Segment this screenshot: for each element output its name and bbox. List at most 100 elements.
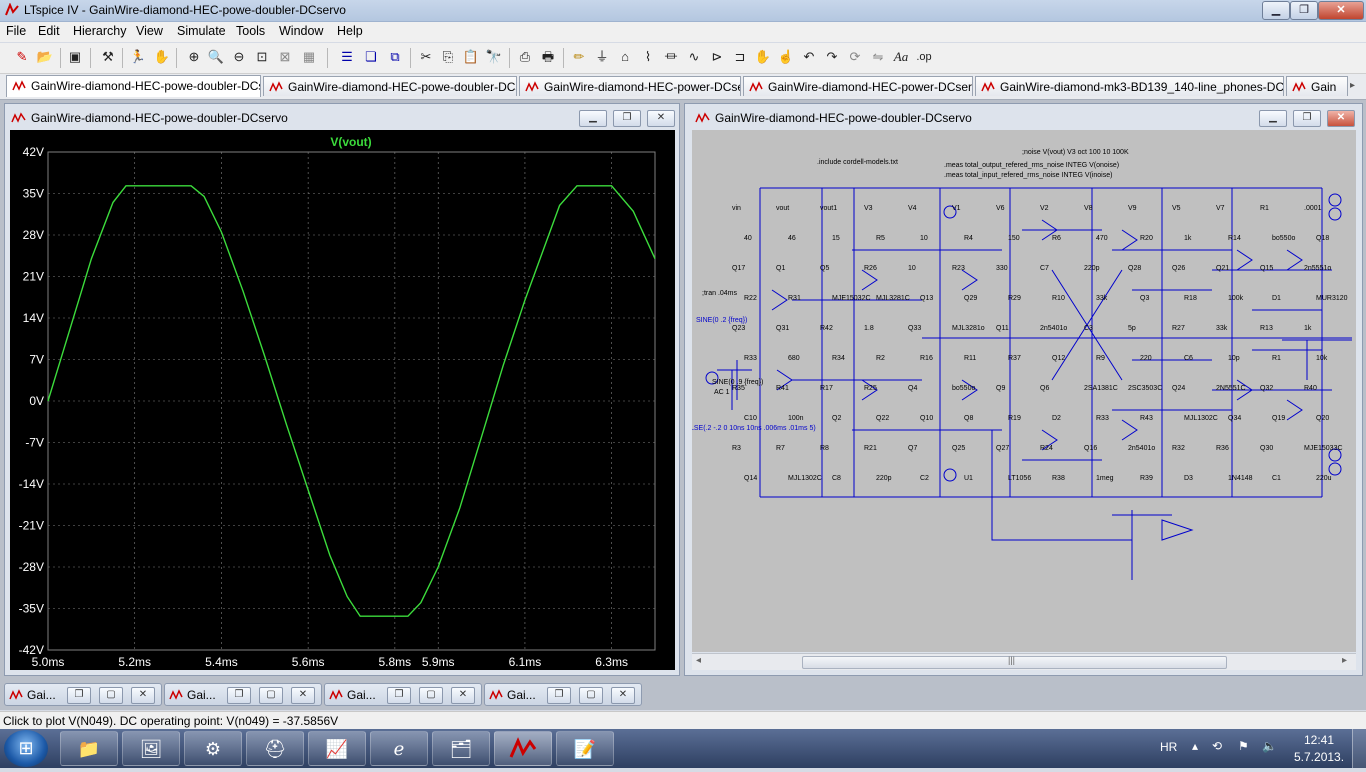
halt-icon[interactable]: ✋ bbox=[152, 47, 172, 67]
spice-directive-icon[interactable]: .op bbox=[914, 47, 934, 67]
tray-expand-icon[interactable]: ▴ bbox=[1192, 739, 1198, 753]
ground-icon[interactable]: ⏚ bbox=[592, 47, 612, 67]
menu-file[interactable]: File bbox=[6, 24, 26, 38]
internet-explorer-icon[interactable]: ℯ bbox=[370, 731, 428, 766]
spice-directive[interactable]: .meas total_output_refered_rms_noise INT… bbox=[944, 162, 1119, 169]
diode-icon[interactable]: ⊳ bbox=[707, 47, 727, 67]
clock-time[interactable]: 12:41 bbox=[1304, 733, 1334, 747]
explorer-folder-icon[interactable]: 📁 bbox=[60, 731, 118, 766]
find-icon[interactable]: 🔭 bbox=[484, 47, 504, 67]
maximize-icon[interactable]: ▢ bbox=[579, 687, 603, 704]
trace-label[interactable]: V(vout) bbox=[330, 135, 371, 149]
notes-icon[interactable]: 📝 bbox=[556, 731, 614, 766]
tile-horizontal-icon[interactable]: ☰ bbox=[337, 47, 357, 67]
waveform-minimize-button[interactable]: ▁ bbox=[579, 110, 607, 127]
text-icon[interactable]: Aa bbox=[891, 47, 911, 67]
schematic-horizontal-scrollbar[interactable]: ◂ ||| ▸ bbox=[692, 653, 1356, 670]
close-icon[interactable]: ✕ bbox=[131, 687, 155, 704]
waveform-restore-button[interactable]: ❐ bbox=[613, 110, 641, 127]
print-icon[interactable]: 🖶 bbox=[538, 47, 558, 67]
action-center-icon[interactable]: ⚑ bbox=[1238, 739, 1249, 753]
spice-directive[interactable]: .include cordell-models.txt bbox=[817, 159, 898, 166]
zoom-in-icon[interactable]: 🔍 bbox=[206, 47, 226, 67]
new-schematic-icon[interactable]: ✎ bbox=[12, 47, 32, 67]
schematic-close-button[interactable]: ✕ bbox=[1327, 110, 1355, 127]
minimized-window-2[interactable]: Gai... ❐ ▢ ✕ bbox=[164, 683, 322, 706]
ltspice-taskbar-icon[interactable] bbox=[494, 731, 552, 766]
spice-directive[interactable]: SINE(0 .9 {freq}) bbox=[712, 379, 763, 386]
cut-icon[interactable]: ✂ bbox=[416, 47, 436, 67]
zoom-fit-icon[interactable]: ⊡ bbox=[252, 47, 272, 67]
zoom-cancel-icon[interactable]: ▦ bbox=[299, 47, 319, 67]
scrollbar-thumb[interactable]: ||| bbox=[802, 655, 1227, 669]
maximize-icon[interactable]: ▢ bbox=[259, 687, 283, 704]
drive-icon[interactable]: 🗂 bbox=[432, 731, 490, 766]
spice-directive[interactable]: .meas total_input_refered_rms_noise INTE… bbox=[944, 172, 1112, 179]
waveform-chart-svg[interactable]: 42V35V28V21V14V7V0V-7V-14V-21V-28V-35V-4… bbox=[10, 130, 675, 670]
title-bar[interactable]: LTspice IV - GainWire-diamond-HEC-powe-d… bbox=[0, 0, 1366, 22]
capacitor-icon[interactable]: ⏛ bbox=[661, 47, 681, 67]
menu-simulate[interactable]: Simulate bbox=[177, 24, 226, 38]
scope-icon[interactable]: 📈 bbox=[308, 731, 366, 766]
minimized-window-1[interactable]: Gai... ❐ ▢ ✕ bbox=[4, 683, 162, 706]
paste-icon[interactable]: 📋 bbox=[461, 47, 481, 67]
start-orb-icon[interactable]: ⊞ bbox=[4, 730, 48, 767]
spice-directive[interactable]: ;tran .04ms bbox=[702, 290, 738, 297]
print-preview-icon[interactable]: ⎙ bbox=[515, 47, 535, 67]
menu-window[interactable]: Window bbox=[279, 24, 323, 38]
component-icon[interactable]: ⊐ bbox=[730, 47, 750, 67]
minimized-window-3[interactable]: Gai... ❐ ▢ ✕ bbox=[324, 683, 482, 706]
schematic-minimize-button[interactable]: ▁ bbox=[1259, 110, 1287, 127]
menu-view[interactable]: View bbox=[136, 24, 163, 38]
spice-directive[interactable]: SINE(0 .2 {freq}) bbox=[696, 317, 747, 324]
maximize-icon[interactable]: ▢ bbox=[99, 687, 123, 704]
zoom-cancel-icon[interactable]: ⊠ bbox=[275, 47, 295, 67]
close-icon[interactable]: ✕ bbox=[291, 687, 315, 704]
run-icon[interactable]: 🏃 bbox=[128, 47, 148, 67]
menu-hierarchy[interactable]: Hierarchy bbox=[73, 24, 127, 38]
inductor-icon[interactable]: ∿ bbox=[684, 47, 704, 67]
zoom-out-icon[interactable]: ⊖ bbox=[229, 47, 249, 67]
restore-icon[interactable]: ❐ bbox=[67, 687, 91, 704]
rotate-icon[interactable]: ⟳ bbox=[845, 47, 865, 67]
menu-edit[interactable]: Edit bbox=[38, 24, 60, 38]
save-icon[interactable]: ▣ bbox=[65, 47, 85, 67]
undo-icon[interactable]: ↶ bbox=[799, 47, 819, 67]
show-desktop-button[interactable] bbox=[1352, 729, 1366, 768]
tab-document-1[interactable]: GainWire-diamond-HEC-powe-doubler-DCserv… bbox=[6, 75, 261, 97]
tab-document-4[interactable]: GainWire-diamond-HEC-power-DCservo[1] bbox=[743, 76, 973, 96]
tab-document-3[interactable]: GainWire-diamond-HEC-power-DCservo bbox=[519, 76, 741, 96]
spice-directive[interactable]: AC 1 bbox=[714, 389, 730, 396]
volume-icon[interactable]: 🔈 bbox=[1262, 739, 1277, 753]
sync-icon[interactable]: ⟲ bbox=[1212, 739, 1222, 753]
restore-icon[interactable]: ❐ bbox=[547, 687, 571, 704]
tab-scroll-right-icon[interactable]: ▸ bbox=[1350, 80, 1355, 91]
open-folder-icon[interactable]: 📂 bbox=[35, 47, 55, 67]
spice-directive[interactable]: LSE(.2 -.2 0 10ns 10ns .006ms .01ms 5) bbox=[690, 425, 816, 432]
mirror-icon[interactable]: ⇋ bbox=[868, 47, 888, 67]
close-button[interactable]: ✕ bbox=[1318, 1, 1364, 20]
tab-document-6[interactable]: Gain bbox=[1286, 76, 1348, 96]
control-panel-icon[interactable]: ⚒ bbox=[98, 47, 118, 67]
network-tool-icon[interactable]: ⚙ bbox=[184, 731, 242, 766]
tab-document-5[interactable]: GainWire-diamond-mk3-BD139_140-line_phon… bbox=[975, 76, 1284, 96]
redo-icon[interactable]: ↷ bbox=[822, 47, 842, 67]
zoom-full-icon[interactable]: ⊕ bbox=[184, 47, 204, 67]
close-all-icon[interactable]: ⧉ bbox=[385, 47, 405, 67]
minimized-window-4[interactable]: Gai... ❐ ▢ ✕ bbox=[484, 683, 642, 706]
drag-icon[interactable]: ☝ bbox=[776, 47, 796, 67]
close-icon[interactable]: ✕ bbox=[611, 687, 635, 704]
waveform-plot[interactable]: 42V 35V 28V 21V 14V 7V 0V -7V -14V -21V -28V -35V -4… bbox=[10, 130, 675, 670]
maximize-icon[interactable]: ▢ bbox=[419, 687, 443, 704]
tab-document-2[interactable]: GainWire-diamond-HEC-powe-doubler-DCserv… bbox=[263, 76, 517, 96]
move-icon[interactable]: ✋ bbox=[753, 47, 773, 67]
menu-help[interactable]: Help bbox=[337, 24, 363, 38]
language-indicator[interactable]: HR bbox=[1160, 740, 1177, 754]
waveform-close-button[interactable]: ✕ bbox=[647, 110, 675, 127]
scroll-left-icon[interactable]: ◂ bbox=[696, 655, 701, 666]
photos-icon[interactable]: 🖼 bbox=[122, 731, 180, 766]
restore-button[interactable]: ❐ bbox=[1290, 1, 1318, 20]
copy-icon[interactable]: ⎘ bbox=[438, 47, 458, 67]
scroll-right-icon[interactable]: ▸ bbox=[1342, 655, 1347, 666]
restore-icon[interactable]: ❐ bbox=[227, 687, 251, 704]
